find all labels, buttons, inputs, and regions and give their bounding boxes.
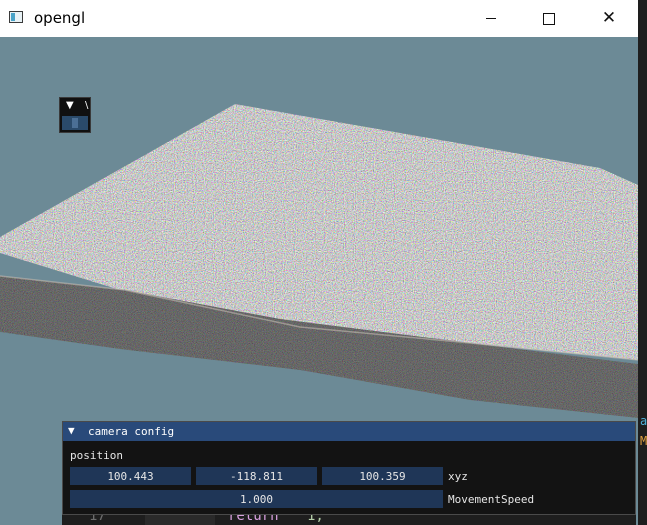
- maximize-icon: [543, 12, 555, 25]
- position-x-field[interactable]: 100.443: [70, 467, 191, 485]
- maximize-button[interactable]: [526, 0, 572, 37]
- movement-speed-label: MovementSpeed: [448, 493, 535, 506]
- title-bar[interactable]: opengl ✕: [0, 0, 638, 37]
- editor-edge-glyph: a: [640, 414, 647, 428]
- camera-config-header[interactable]: ▼ camera config: [63, 422, 635, 441]
- camera-config-panel: ▼ camera config position 100.443 -118.81…: [62, 421, 636, 515]
- position-label: position: [70, 449, 123, 462]
- collapsed-imgui-window[interactable]: ▼ \: [59, 97, 91, 133]
- minimize-button[interactable]: [468, 0, 514, 37]
- collapse-arrow-icon[interactable]: ▼: [68, 424, 75, 437]
- mini-window-body: [62, 116, 88, 130]
- window-title: opengl: [34, 9, 86, 27]
- mini-window-title: \: [85, 100, 89, 111]
- movement-speed-slider[interactable]: 1.000: [70, 490, 443, 508]
- collapse-arrow-icon[interactable]: ▼: [66, 100, 74, 111]
- close-button[interactable]: ✕: [586, 0, 632, 37]
- minimize-icon: [486, 18, 496, 19]
- editor-edge-glyph: M: [640, 434, 647, 448]
- xyz-label: xyz: [448, 470, 468, 483]
- position-y-field[interactable]: -118.811: [196, 467, 317, 485]
- app-window-icon: [9, 11, 23, 23]
- position-z-field[interactable]: 100.359: [322, 467, 443, 485]
- close-icon: ✕: [601, 8, 617, 28]
- camera-config-title: camera config: [88, 425, 175, 438]
